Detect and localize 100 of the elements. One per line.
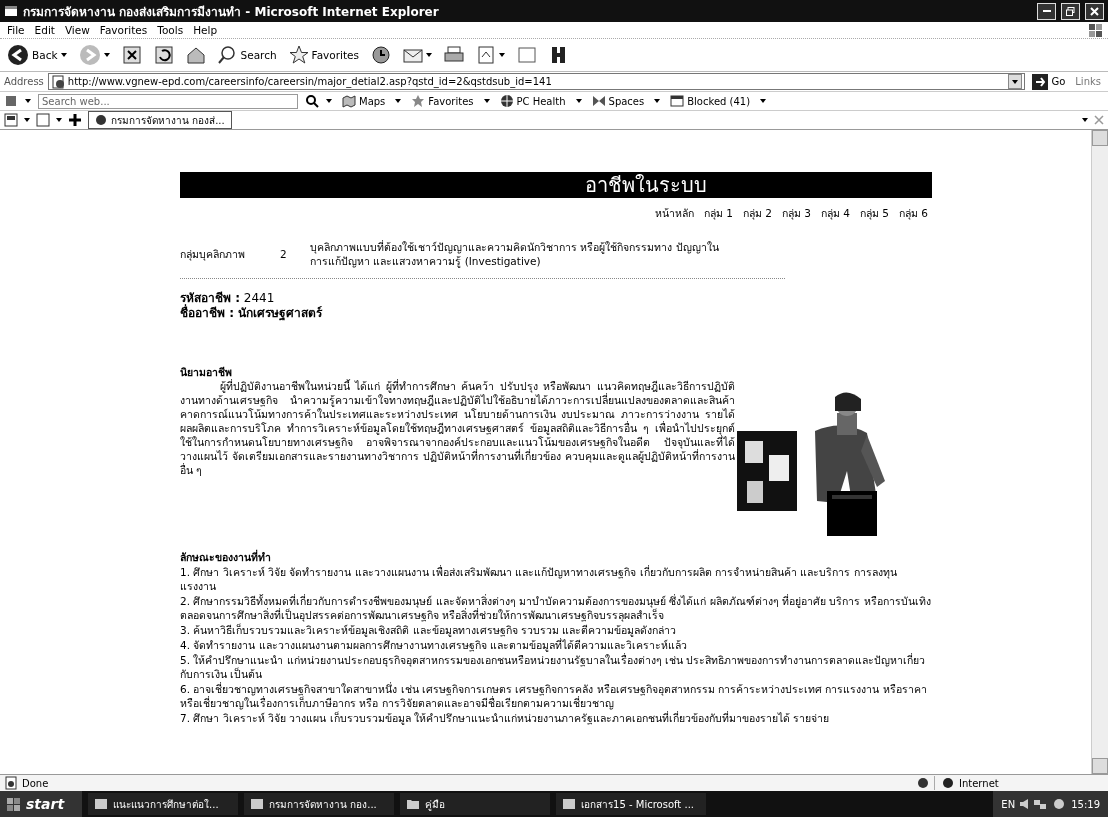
caret-icon	[60, 52, 67, 58]
search-field[interactable]: Search web...	[38, 93, 298, 109]
plus-icon	[68, 113, 82, 127]
menu-item[interactable]: Tools	[154, 24, 187, 36]
taskbar-button[interactable]: เอกสาร15 - Microsoft ...	[556, 793, 707, 815]
menu-item[interactable]: File	[4, 24, 28, 36]
stop-icon	[121, 45, 142, 65]
section-heading: นิยามอาชีพ	[180, 365, 233, 379]
folder-icon	[406, 797, 421, 811]
toolbar-link[interactable]: Blocked (41)	[667, 94, 754, 108]
window-icon	[250, 797, 265, 811]
career-code: รหัสอาชีพ : 2441	[180, 291, 276, 305]
print-button[interactable]	[441, 45, 467, 65]
vertical-scrollbar[interactable]	[1091, 130, 1108, 774]
search-icon	[305, 94, 319, 108]
caret-icon	[575, 98, 582, 104]
nav-link[interactable]: กลุ่ม 3	[781, 206, 811, 220]
caret-icon	[24, 117, 30, 123]
caret-icon	[1012, 78, 1019, 85]
nav-link[interactable]: กลุ่ม 4	[820, 206, 850, 220]
status-text: Done	[22, 777, 49, 789]
caret-icon	[1082, 117, 1088, 123]
window-title: กรมการจัดหางาน กองส่งเสริมการมีงานทำ - Microsoft Internet Explorer	[23, 3, 440, 21]
language-indicator[interactable]: EN	[1001, 798, 1016, 810]
caret-icon	[760, 98, 767, 104]
zone-text: Internet	[959, 777, 999, 789]
maximize-button[interactable]	[1061, 2, 1080, 20]
nav-link[interactable]: กลุ่ม 2	[742, 206, 772, 220]
window-icon	[4, 4, 18, 18]
menu-item[interactable]: Edit	[31, 24, 58, 36]
document-icon	[476, 45, 496, 65]
address-label: Address	[4, 76, 44, 87]
print-icon	[444, 45, 464, 65]
address-field[interactable]: http://www.vgnew-epd.com/careersinfo/careersin/major_detial2.asp?qstd_id=2&qstdsub_id=141	[47, 73, 1026, 90]
links-button[interactable]: Links	[1072, 76, 1104, 87]
favorites-button[interactable]: Favorites	[285, 45, 362, 65]
menu-item[interactable]: View	[61, 24, 93, 36]
refresh-icon	[153, 45, 174, 65]
taskbar-button[interactable]: แนะแนวการศึกษาต่อใ...	[88, 793, 239, 815]
duty-item: 7. ศึกษา วิเคราะห์ วิจัย วางแผน เก็บรวบรวมข้อมูล ให้คำปรึกษาแนะนำแก่หน่วยงานภาครัฐและภาคเอกชนที่เกี่ยวข้องกับที่มาของรายได้ รายจ่าย	[180, 711, 831, 725]
restore-icon	[1066, 6, 1075, 16]
blocked-window-icon	[670, 94, 685, 108]
windows-flag-icon	[6, 796, 21, 812]
speaker-icon	[1020, 799, 1029, 809]
nav-link[interactable]: หน้าหลัก	[654, 206, 694, 220]
duty-item: 2. ศึกษากรรมวิธีทั้งหมดที่เกี่ยวกับการดำรงชีพของมนุษย์ และจัดหาสิ่งต่างๆ มาบำบัดความต้องการของมนุษย์ ซึ่งได้แก่ ผลิตภัณฑ์ต่างๆ ที่อยู่อาศัย บริการ หรือการบันเทิง ตลอดจนการศึกษาสิ่งที่เป็นอุปสรรคต่อการพัฒนาเศรษฐกิจ หรือสิ่งที่ช่วยให้การพัฒนาเศรษฐกิจบรรลุผลสำเร็จ	[180, 594, 932, 622]
tab-list-icon	[4, 113, 18, 127]
duty-item: 3. ค้นหาวิธีเก็บรวบรวมและวิเคราะห์ข้อมูลเชิงสถิติ และข้อมูลทางเศรษฐกิจ รวบรวม และตีความข้อมูลดังกล่าว	[180, 623, 678, 637]
home-icon	[185, 45, 206, 65]
toolbar-link[interactable]: Maps	[339, 94, 389, 108]
close-icon	[1090, 6, 1099, 16]
minimize-button[interactable]	[1037, 2, 1056, 20]
caret-icon	[25, 98, 31, 104]
definition-paragraph: ผู้ที่ปฏิบัติงานอาชีพในหน่วยนี้ ได้แก่ ผู้ที่ทำการศึกษา ค้นคว้า ปรับปรุง หรือพัฒนา แนวคิดทฤษฎีและวิธีการปฏิบัติงานทางด้านเศรษฐกิจ นำความรู้ความเข้าใจทางทฤษฎีและปฏิบัติไปใช้อธิบายได้ภาวะการเปลี่ยนแปลงของตลาดและสินค้า คาดการณ์แนวโน้มทางการค้าในประเทศและระหว่างประเทศ นโยบายด้านการเงิน งบประมาณ ภาวะการว่างงาน รายได้ ผลผลิตและการบริโภค ทำการวิเคราะห์ข้อมูลโดยใช้ทฤษฎีทางเศรษฐศาสตร์ ข้อมูลสถิติและวิธีการอื่น ๆ เพื่อนำไปประยุกต์ใช้ในการกำหนดนโยบายทางเศรษฐกิจ อาจพิจารณาจากองค์ประกอบและแนวโน้มของเศรษฐกิจในอดีต ปัจจุบันและที่ได้วางแผนไว้ จัดเตรียมเอกสารและรายงานทางวิชาการ ปฏิบัติหน้าที่การงานที่เกี่ยวข้อง ควบคุมและดูแลผู้ปฏิบัติหน้าที่การงานอื่น ๆ	[180, 379, 735, 478]
toolbar-link[interactable]: Favorites	[408, 94, 477, 108]
group-description: บุคลิกภาพแบบที่ต้องใช้เชาว์ปัญญาและความคิดนักวิชาการ หรือผู้ใช้กิจกรรมทาง ปัญญาในการแก้ปัญหา และแสวงหาความรู้ (Investigative)	[310, 240, 720, 268]
map-icon	[342, 94, 356, 108]
go-button[interactable]: Go	[1029, 73, 1069, 90]
page-heading: อาชีพในระบบ	[180, 172, 932, 198]
menu-item[interactable]: Favorites	[96, 24, 151, 36]
taskbar-button[interactable]: กรมการจัดหางาน กอง...	[244, 793, 395, 815]
minimize-icon	[1042, 10, 1051, 12]
dropdown-button[interactable]	[1008, 74, 1023, 89]
taskbar-button[interactable]: คู่มือ	[400, 793, 551, 815]
toolbar-link[interactable]: Spaces	[588, 94, 648, 108]
caret-icon	[56, 117, 62, 123]
caret-icon	[499, 52, 505, 58]
window-icon	[94, 797, 109, 811]
nav-link[interactable]: กลุ่ม 5	[859, 206, 889, 220]
duty-item: 4. จัดทำรายงาน และวางแผนงานตามผลการศึกษางานทางเศรษฐกิจ และตามข้อมูลที่ได้ตีความและวิเคราะห์แล้ว	[180, 638, 689, 652]
duty-item: 5. ให้คำปรึกษาแนะนำ แก่หน่วยงานประกอบธุรกิจอุตสาหกรรมของเอกชนหรือหน่วยงานรัฐบาลในเรื่องต่างๆ เช่น ประสิทธิภาพของการทำงานการตลาดและปัญหาเกี่ยวกับการเงิน เป็นต้น	[180, 653, 927, 681]
browser-tab[interactable]: กรมการจัดหางาน กองส่...	[88, 111, 232, 129]
group-number: 2	[280, 247, 288, 261]
duty-item: 6. อาจเชี่ยวชาญทางเศรษฐกิจสาขาใดสาขาหนึ่ง เช่น เศรษฐกิจการเกษตร เศรษฐกิจการคลัง หรือเศรษฐกิจอุตสาหกรรม การค้าระหว่างประเทศ การแรงงาน หรือราคา หรือเชี่ยวชาญในเรื่องการเก็บภาษีอากร หรือ การวิจัยตลาดและอาจมีชื่อเรียกตามความเชี่ยวชาญ	[180, 682, 928, 710]
menu-item[interactable]: Help	[190, 24, 221, 36]
search-icon	[217, 45, 238, 65]
duty-item: 1. ศึกษา วิเคราะห์ วิจัย จัดทำรายงาน และวางแผนงาน เพื่อส่งเสริมพัฒนา และแก้ปัญหาทางเศรษฐกิจ เกี่ยวกับการผลิต การจำหน่ายสินค้า และบริการ การลงทุน แรงงาน	[180, 565, 898, 593]
close-button[interactable]	[1085, 2, 1104, 20]
group-label: กลุ่มบุคลิกภาพ	[180, 247, 246, 261]
caret-icon	[395, 98, 402, 104]
star-icon	[288, 45, 309, 65]
caret-icon	[103, 52, 110, 58]
nav-link[interactable]: กลุ่ม 1	[703, 206, 733, 220]
start-button[interactable]: start	[0, 791, 83, 817]
go-arrow-icon	[1032, 73, 1049, 90]
page-icon	[50, 74, 65, 89]
windows-flag-icon	[1087, 21, 1104, 39]
nav-link[interactable]: กลุ่ม 6	[898, 206, 928, 220]
caret-icon	[483, 98, 490, 104]
search-button[interactable]: Search	[214, 45, 280, 65]
career-name: ชื่ออาชีพ : นักเศรษฐศาสตร์	[180, 306, 324, 321]
caret-icon	[326, 98, 332, 104]
back-button[interactable]: Back	[4, 44, 70, 66]
caret-icon	[654, 98, 661, 104]
section-heading: ลักษณะของงานที่ทำ	[180, 550, 272, 564]
window-icon	[562, 797, 577, 811]
toolbar-link[interactable]: PC Health	[496, 94, 569, 108]
close-icon[interactable]	[1094, 115, 1104, 125]
clock: 15:19	[1071, 798, 1100, 810]
history-icon	[371, 45, 391, 65]
